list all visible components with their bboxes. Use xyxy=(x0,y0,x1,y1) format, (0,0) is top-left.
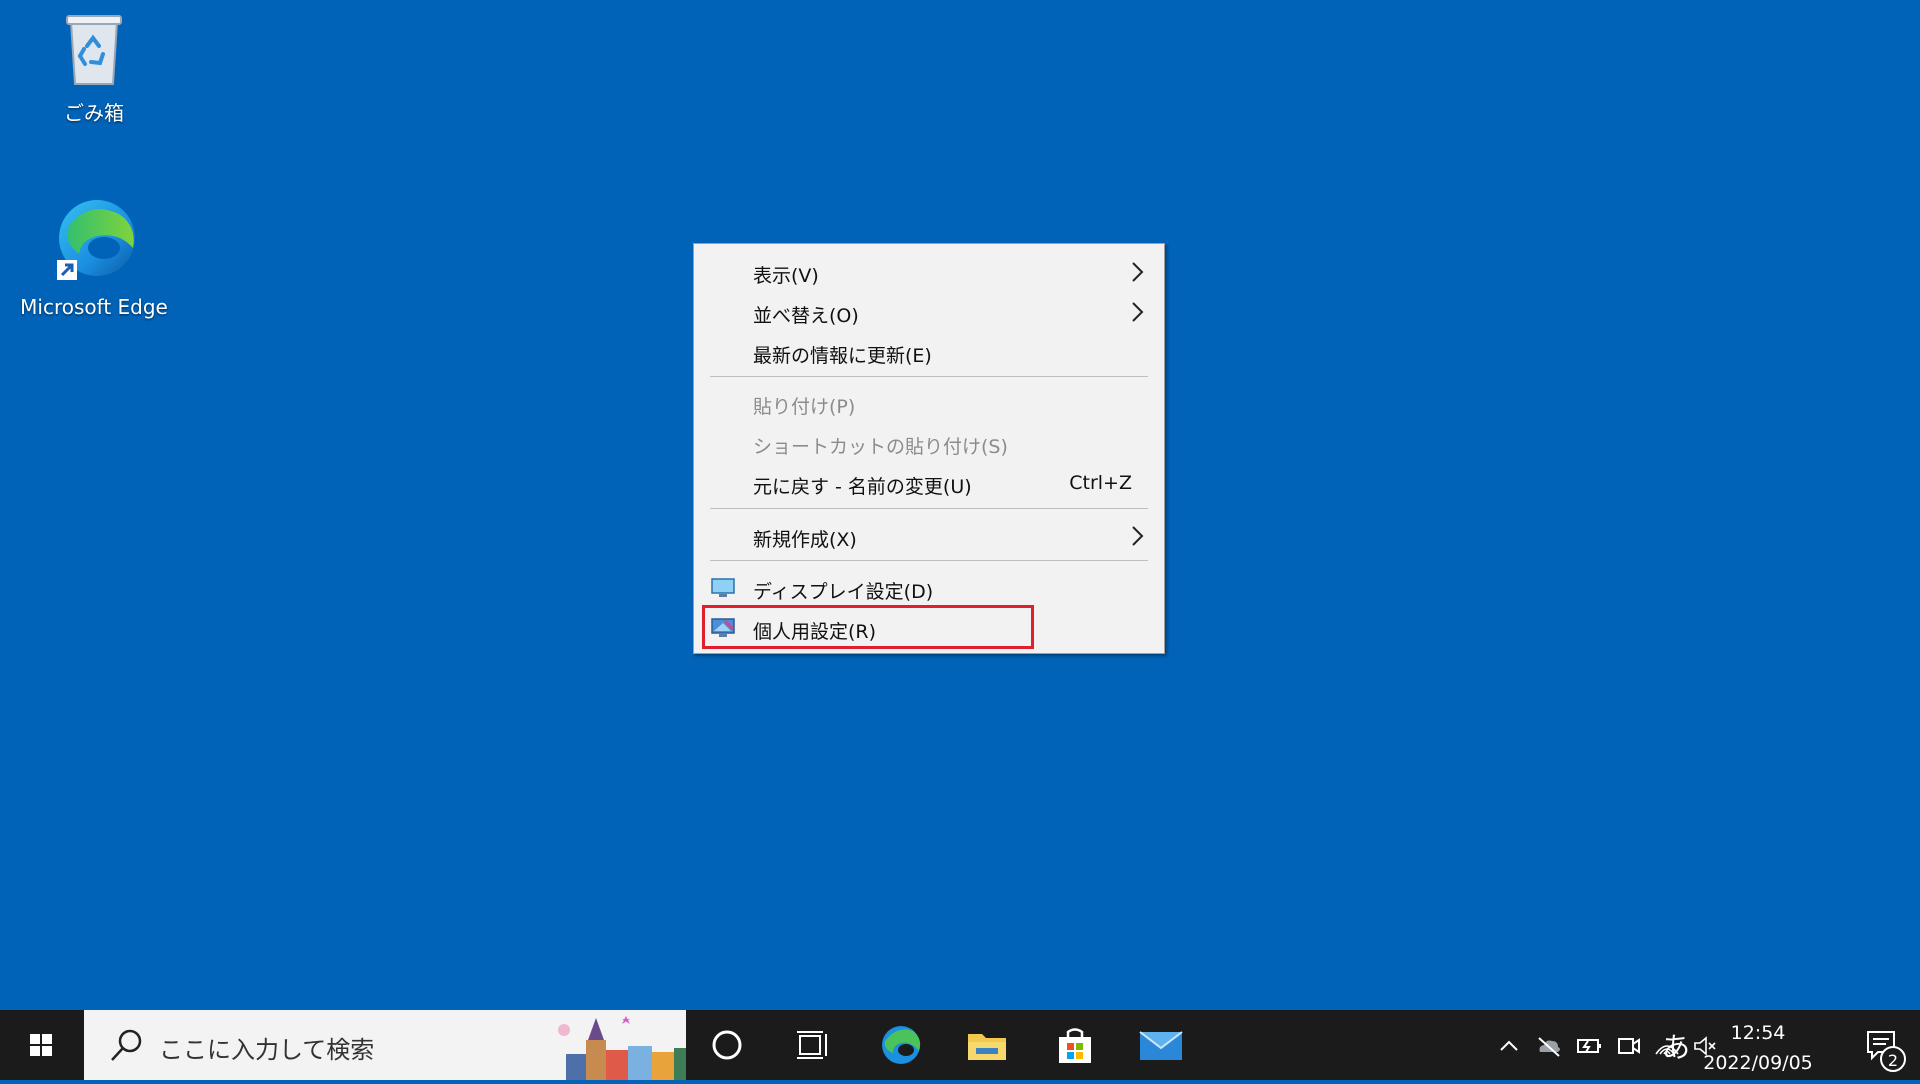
clock-time: 12:54 xyxy=(1730,1022,1786,1044)
menu-separator xyxy=(710,376,1148,377)
menu-item-paste-shortcut: ショートカットの貼り付け(S) xyxy=(694,423,1164,463)
edge-label: Microsoft Edge xyxy=(20,295,168,319)
menu-item-label: 元に戻す - 名前の変更(U) xyxy=(753,476,972,498)
menu-item-label: 表示(V) xyxy=(753,265,819,287)
mail-button[interactable] xyxy=(1122,1010,1200,1080)
battery-charging-icon[interactable] xyxy=(1576,1034,1602,1058)
onedrive-offline-icon[interactable] xyxy=(1536,1034,1562,1058)
chevron-up-icon[interactable] xyxy=(1496,1034,1522,1058)
task-view-button[interactable] xyxy=(774,1010,852,1080)
task-view-icon xyxy=(797,1031,827,1059)
cortana-icon xyxy=(712,1030,742,1060)
cortana-button[interactable] xyxy=(688,1010,766,1080)
chevron-right-icon xyxy=(1132,302,1144,322)
menu-item-label: 新規作成(X) xyxy=(753,529,857,551)
menu-item-undo-rename[interactable]: 元に戻す - 名前の変更(U) Ctrl+Z xyxy=(694,463,1164,503)
edge-shortcut[interactable]: Microsoft Edge xyxy=(14,196,174,319)
menu-separator xyxy=(710,560,1148,561)
menu-item-label: 貼り付け(P) xyxy=(753,396,856,418)
system-tray: あ 12:54 2022/09/05 2 xyxy=(1400,1010,1920,1080)
search-placeholder: ここに入力して検索 xyxy=(159,1036,375,1064)
search-icon xyxy=(111,1029,142,1061)
menu-item-shortcut: Ctrl+Z xyxy=(1069,472,1132,494)
microsoft-store-button[interactable] xyxy=(1036,1010,1114,1080)
menu-item-paste: 貼り付け(P) xyxy=(694,383,1164,423)
file-explorer-button[interactable] xyxy=(948,1010,1026,1080)
recycle-bin-icon xyxy=(66,15,122,85)
chevron-right-icon xyxy=(1132,526,1144,546)
search-highlight-illustration-icon xyxy=(546,1010,686,1080)
taskbar: ここに入力して検索 あ 12:54 2022/09/05 2 xyxy=(0,1010,1920,1080)
menu-item-label: 最新の情報に更新(E) xyxy=(753,345,932,367)
desktop-context-menu: 表示(V) 並べ替え(O) 最新の情報に更新(E) 貼り付け(P) ショートカッ… xyxy=(693,243,1165,654)
meet-now-icon[interactable] xyxy=(1616,1034,1642,1058)
menu-item-new[interactable]: 新規作成(X) xyxy=(694,516,1164,556)
menu-item-refresh[interactable]: 最新の情報に更新(E) xyxy=(694,332,1164,372)
menu-separator xyxy=(710,508,1148,509)
start-button[interactable] xyxy=(0,1010,84,1080)
edge-icon xyxy=(882,1026,921,1064)
notification-count-badge: 2 xyxy=(1880,1046,1906,1072)
taskbar-edge-button[interactable] xyxy=(862,1010,940,1080)
menu-item-label: ショートカットの貼り付け(S) xyxy=(753,436,1008,458)
edge-icon xyxy=(57,200,135,280)
microsoft-store-icon xyxy=(1059,1028,1091,1063)
menu-item-label: 並べ替え(O) xyxy=(753,305,859,327)
chevron-right-icon xyxy=(1132,262,1144,282)
ime-mode-indicator[interactable]: あ xyxy=(1662,1026,1690,1066)
menu-item-view[interactable]: 表示(V) xyxy=(694,252,1164,292)
taskbar-search-box[interactable]: ここに入力して検索 xyxy=(84,1010,686,1080)
highlight-box xyxy=(702,605,1034,649)
display-settings-icon xyxy=(711,578,735,597)
recycle-bin-label: ごみ箱 xyxy=(64,101,124,125)
menu-item-label: ディスプレイ設定(D) xyxy=(753,581,934,603)
menu-item-sort[interactable]: 並べ替え(O) xyxy=(694,292,1164,332)
menu-item-display-settings[interactable]: ディスプレイ設定(D) xyxy=(694,568,1164,608)
clock[interactable]: 12:54 2022/09/05 xyxy=(1698,1018,1818,1078)
windows-logo-icon xyxy=(30,1034,52,1056)
mail-icon xyxy=(1139,1031,1183,1060)
file-explorer-icon xyxy=(968,1034,1006,1060)
clock-date: 2022/09/05 xyxy=(1703,1052,1813,1074)
recycle-bin-shortcut[interactable]: ごみ箱 xyxy=(14,8,174,126)
